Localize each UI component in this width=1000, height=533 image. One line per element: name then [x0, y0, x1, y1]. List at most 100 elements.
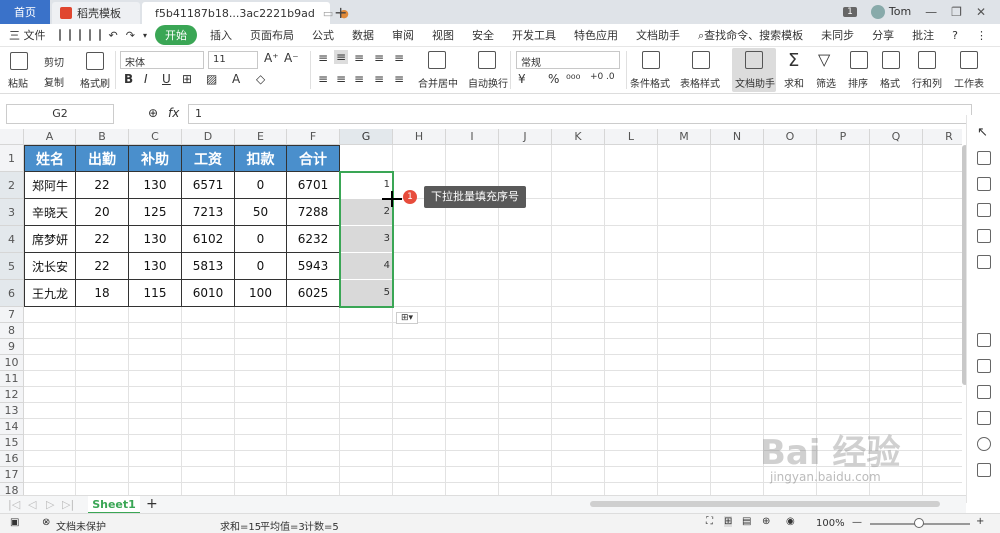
zoom-slider-handle[interactable] [914, 518, 924, 528]
row-header-9[interactable]: 9 [0, 339, 24, 355]
column-header-f[interactable]: F [287, 129, 340, 145]
column-header-j[interactable]: J [499, 129, 552, 145]
row-header-16[interactable]: 16 [0, 451, 24, 467]
row-header-18[interactable]: 18 [0, 483, 24, 495]
next-sheet-icon[interactable]: ▷ [46, 498, 54, 511]
increase-font-icon[interactable]: A⁺ [264, 51, 279, 65]
row-header-15[interactable]: 15 [0, 435, 24, 451]
sum-label[interactable]: 求和 [784, 75, 804, 90]
collapse-ribbon-icon[interactable]: ˆ [996, 29, 1000, 42]
column-header-b[interactable]: B [76, 129, 129, 145]
fill-color-icon[interactable]: ▨ [206, 72, 217, 86]
row-col-label[interactable]: 行和列 [912, 75, 942, 90]
wrap-text-icon[interactable] [478, 51, 496, 69]
shapes-icon[interactable] [977, 151, 991, 165]
style-icon[interactable] [977, 177, 991, 191]
column-header-o[interactable]: O [764, 129, 817, 145]
table-cell[interactable]: 7288 [287, 199, 340, 226]
more-icon[interactable]: ⋮ [967, 29, 996, 42]
backup-icon[interactable] [977, 333, 991, 347]
table-cell[interactable]: 130 [129, 253, 182, 280]
user-account[interactable]: Tom [870, 5, 911, 19]
image-icon[interactable] [977, 411, 991, 425]
clear-format-icon[interactable]: ◇ [256, 72, 265, 86]
menu-review[interactable]: 审阅 [383, 27, 423, 43]
table-header-cell[interactable]: 出勤 [76, 145, 129, 172]
format-painter-label[interactable]: 格式刷 [80, 75, 110, 90]
help-icon[interactable]: ? [943, 29, 967, 42]
quick-access-dropdown-icon[interactable]: ▾ [143, 31, 147, 40]
table-cell[interactable]: 6010 [182, 280, 235, 307]
column-header-q[interactable]: Q [870, 129, 923, 145]
download-icon[interactable] [977, 437, 991, 451]
grid-panel-icon[interactable] [977, 229, 991, 243]
table-cell[interactable]: 6232 [287, 226, 340, 253]
row-header-8[interactable]: 8 [0, 323, 24, 339]
table-cell[interactable]: 20 [76, 199, 129, 226]
paste-icon[interactable] [10, 52, 28, 70]
table-cell[interactable]: 125 [129, 199, 182, 226]
conditional-format-icon[interactable] [642, 51, 660, 69]
row-header-14[interactable]: 14 [0, 419, 24, 435]
autofill-options-icon[interactable]: ⊞▾ [396, 312, 418, 324]
conditional-format-label[interactable]: 条件格式 [630, 75, 670, 90]
tab-current-file[interactable]: f5b41187b18...3ac2221b9ad ▭ ● [142, 2, 349, 24]
table-cell[interactable]: 席梦妍 [24, 226, 76, 253]
align-top-icon[interactable]: ≡ [318, 51, 328, 65]
format-menu-icon[interactable] [882, 51, 900, 69]
select-all-corner[interactable] [0, 129, 24, 145]
table-cell[interactable]: 辛晓天 [24, 199, 76, 226]
table-header-cell[interactable]: 补助 [129, 145, 182, 172]
align-right-icon[interactable]: ≡ [354, 72, 364, 86]
table-cell[interactable]: 郑阿牛 [24, 172, 76, 199]
page-layout-icon[interactable]: ▤ [742, 516, 751, 527]
italic-icon[interactable]: I [144, 72, 148, 86]
column-header-e[interactable]: E [235, 129, 287, 145]
table-cell[interactable]: 18 [76, 280, 129, 307]
row-header-4[interactable]: 4 [0, 226, 24, 253]
sum-icon[interactable]: Σ [788, 50, 799, 71]
currency-icon[interactable]: ¥ [518, 72, 526, 86]
zoom-level[interactable]: 100% [816, 518, 845, 529]
column-header-c[interactable]: C [129, 129, 182, 145]
decrease-decimal-icon[interactable]: .0 [606, 72, 615, 82]
close-icon[interactable]: ✕ [976, 5, 986, 19]
table-style-label[interactable]: 表格样式 [680, 75, 720, 90]
row-header-11[interactable]: 11 [0, 371, 24, 387]
more-tools-icon[interactable] [977, 463, 991, 477]
menu-home[interactable]: 开始 [154, 25, 197, 45]
table-cell[interactable]: 100 [235, 280, 287, 307]
filter-icon[interactable]: ▽ [818, 50, 830, 69]
status-icon[interactable]: ▣ [10, 517, 19, 528]
column-header-n[interactable]: N [711, 129, 764, 145]
filter-panel-icon[interactable] [977, 203, 991, 217]
add-sheet-button[interactable]: + [146, 496, 158, 512]
row-header-6[interactable]: 6 [0, 280, 24, 307]
underline-icon[interactable]: U [162, 72, 171, 86]
menu-file[interactable]: 三 文件 [0, 27, 55, 43]
command-search[interactable]: ⌕查找命令、搜索模板 [689, 27, 812, 43]
share-panel-icon[interactable] [977, 359, 991, 373]
table-cell[interactable]: 6102 [182, 226, 235, 253]
table-cell[interactable]: 22 [76, 253, 129, 280]
table-style-icon[interactable] [692, 51, 710, 69]
export-icon[interactable] [68, 29, 71, 41]
eye-protection-icon[interactable]: ◉ [786, 516, 795, 527]
table-cell[interactable]: 5813 [182, 253, 235, 280]
menu-formula[interactable]: 公式 [303, 27, 343, 43]
tab-home[interactable]: 首页 [0, 0, 50, 24]
column-header-h[interactable]: H [393, 129, 446, 145]
row-header-10[interactable]: 10 [0, 355, 24, 371]
decrease-font-icon[interactable]: A⁻ [284, 51, 299, 65]
filter-label[interactable]: 筛选 [816, 75, 836, 90]
row-header-3[interactable]: 3 [0, 199, 24, 226]
table-cell[interactable]: 6701 [287, 172, 340, 199]
column-header-i[interactable]: I [446, 129, 499, 145]
column-header-d[interactable]: D [182, 129, 235, 145]
column-header-k[interactable]: K [552, 129, 605, 145]
column-header-p[interactable]: P [817, 129, 870, 145]
bold-icon[interactable]: B [124, 72, 133, 86]
menu-page-layout[interactable]: 页面布局 [241, 27, 303, 43]
preview-icon[interactable] [88, 29, 91, 41]
row-header-13[interactable]: 13 [0, 403, 24, 419]
